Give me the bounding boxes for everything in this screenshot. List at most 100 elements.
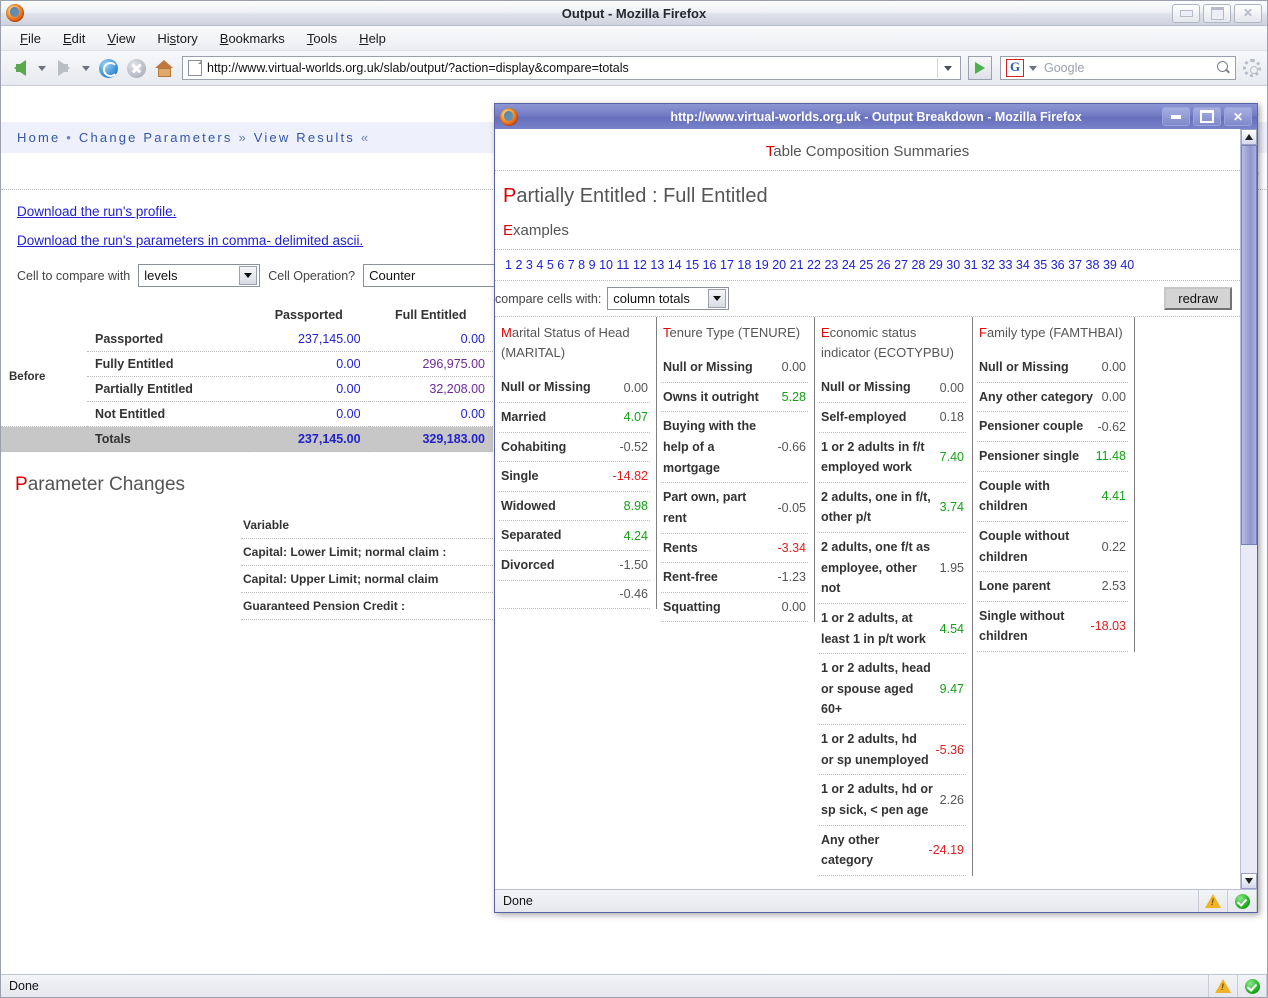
- menu-bookmarks[interactable]: Bookmarks: [209, 29, 296, 48]
- example-link-32[interactable]: 32: [981, 258, 995, 272]
- example-link-27[interactable]: 27: [894, 258, 908, 272]
- menu-view[interactable]: View: [96, 29, 146, 48]
- example-link-14[interactable]: 14: [668, 258, 682, 272]
- example-link-5[interactable]: 5: [547, 258, 554, 272]
- example-link-1[interactable]: 1: [505, 258, 512, 272]
- example-link-35[interactable]: 35: [1033, 258, 1047, 272]
- popup-minimize-button[interactable]: [1162, 107, 1190, 126]
- example-link-8[interactable]: 8: [578, 258, 585, 272]
- example-link-24[interactable]: 24: [842, 258, 856, 272]
- maximize-button[interactable]: [1203, 4, 1231, 23]
- scroll-up-button[interactable]: [1241, 129, 1257, 145]
- search-bar[interactable]: G Google: [1000, 56, 1236, 80]
- back-button[interactable]: [7, 55, 33, 81]
- example-link-38[interactable]: 38: [1086, 258, 1100, 272]
- example-link-9[interactable]: 9: [589, 258, 596, 272]
- example-link-7[interactable]: 7: [568, 258, 575, 272]
- scrollbar-thumb[interactable]: [1241, 145, 1257, 545]
- chevron-down-icon[interactable]: [708, 289, 726, 308]
- example-link-20[interactable]: 20: [772, 258, 786, 272]
- minimize-button[interactable]: [1172, 4, 1200, 23]
- cell-not-passported[interactable]: 0.00: [249, 402, 369, 427]
- popup-maximize-button[interactable]: [1193, 107, 1221, 126]
- forward-button[interactable]: [51, 55, 77, 81]
- go-button[interactable]: [968, 56, 992, 80]
- menu-help[interactable]: Help: [348, 29, 397, 48]
- search-icon[interactable]: [1213, 58, 1233, 78]
- popup-close-button[interactable]: ✕: [1224, 107, 1252, 126]
- address-bar[interactable]: http://www.virtual-worlds.org.uk/slab/ou…: [182, 56, 961, 80]
- menu-history[interactable]: History: [146, 29, 208, 48]
- example-link-39[interactable]: 39: [1103, 258, 1117, 272]
- example-link-23[interactable]: 23: [824, 258, 838, 272]
- table-row: Capital: Lower Limit; normal claim :: [241, 539, 493, 566]
- example-link-19[interactable]: 19: [755, 258, 769, 272]
- scrollbar-track[interactable]: [1241, 545, 1257, 873]
- parameter-changes-initial: P: [15, 474, 28, 495]
- example-link-36[interactable]: 36: [1051, 258, 1065, 272]
- example-link-17[interactable]: 17: [720, 258, 734, 272]
- example-link-16[interactable]: 16: [703, 258, 717, 272]
- breadcrumb-change-parameters[interactable]: Change Parameters: [79, 130, 233, 145]
- cell-fully-full[interactable]: 296,975.00: [369, 352, 493, 377]
- gear-icon[interactable]: [1243, 59, 1261, 77]
- example-link-13[interactable]: 13: [650, 258, 664, 272]
- breadcrumb-home[interactable]: Home: [17, 130, 60, 145]
- reload-button[interactable]: [95, 55, 121, 81]
- example-link-11[interactable]: 11: [616, 258, 629, 272]
- example-link-15[interactable]: 15: [685, 258, 699, 272]
- example-link-18[interactable]: 18: [737, 258, 751, 272]
- scroll-down-button[interactable]: [1241, 873, 1257, 889]
- example-link-28[interactable]: 28: [911, 258, 925, 272]
- example-link-10[interactable]: 10: [599, 258, 613, 272]
- example-link-30[interactable]: 30: [946, 258, 960, 272]
- menu-file[interactable]: File: [9, 29, 52, 48]
- back-history-chevron-down-icon[interactable]: [38, 66, 46, 71]
- forward-history-chevron-down-icon[interactable]: [82, 66, 90, 71]
- popup-vertical-scrollbar[interactable]: [1240, 129, 1257, 889]
- firefox-logo-icon: [6, 4, 24, 22]
- stop-button[interactable]: [123, 55, 149, 81]
- secure-ok-icon[interactable]: [1238, 975, 1267, 997]
- cell-fully-passported[interactable]: 0.00: [249, 352, 369, 377]
- example-link-33[interactable]: 33: [999, 258, 1013, 272]
- example-link-12[interactable]: 12: [633, 258, 647, 272]
- example-link-4[interactable]: 4: [536, 258, 543, 272]
- warning-icon[interactable]: [1199, 890, 1228, 912]
- example-link-25[interactable]: 25: [859, 258, 873, 272]
- warning-icon[interactable]: [1209, 975, 1238, 997]
- example-link-40[interactable]: 40: [1120, 258, 1134, 272]
- secure-ok-icon[interactable]: [1228, 890, 1257, 912]
- example-link-6[interactable]: 6: [557, 258, 564, 272]
- close-button[interactable]: ✕: [1234, 4, 1262, 23]
- example-link-31[interactable]: 31: [964, 258, 978, 272]
- example-link-29[interactable]: 29: [929, 258, 943, 272]
- cell-partially-passported[interactable]: 0.00: [249, 377, 369, 402]
- cell-compare-select[interactable]: levels: [138, 264, 260, 287]
- breadcrumb-view-results[interactable]: View Results: [254, 130, 355, 145]
- breakdown-row: Self-employed0.18: [819, 403, 966, 433]
- cell-partially-full[interactable]: 32,208.00: [369, 377, 493, 402]
- menu-edit[interactable]: Edit: [52, 29, 96, 48]
- example-link-37[interactable]: 37: [1068, 258, 1082, 272]
- example-link-34[interactable]: 34: [1016, 258, 1030, 272]
- results-table: Passported Full Entitled Before Passport…: [1, 303, 493, 452]
- example-link-22[interactable]: 22: [807, 258, 821, 272]
- cell-totals-passported[interactable]: 237,145.00: [249, 427, 369, 452]
- home-button[interactable]: [151, 55, 177, 81]
- cell-passported-full[interactable]: 0.00: [369, 327, 493, 352]
- redraw-button[interactable]: redraw: [1164, 287, 1232, 310]
- menu-tools[interactable]: Tools: [296, 29, 348, 48]
- search-engine-chevron-down-icon[interactable]: [1029, 66, 1037, 71]
- address-bar-chevron-down-icon[interactable]: [937, 58, 958, 78]
- example-link-21[interactable]: 21: [790, 258, 804, 272]
- cell-passported-passported[interactable]: 237,145.00: [249, 327, 369, 352]
- example-link-3[interactable]: 3: [526, 258, 533, 272]
- cell-not-full[interactable]: 0.00: [369, 402, 493, 427]
- cell-totals-full[interactable]: 329,183.00: [369, 427, 493, 452]
- example-link-26[interactable]: 26: [877, 258, 891, 272]
- chevron-down-icon[interactable]: [239, 266, 257, 285]
- search-input[interactable]: Google: [1040, 61, 1213, 75]
- compare-cells-select[interactable]: column totals: [607, 287, 729, 310]
- example-link-2[interactable]: 2: [515, 258, 522, 272]
